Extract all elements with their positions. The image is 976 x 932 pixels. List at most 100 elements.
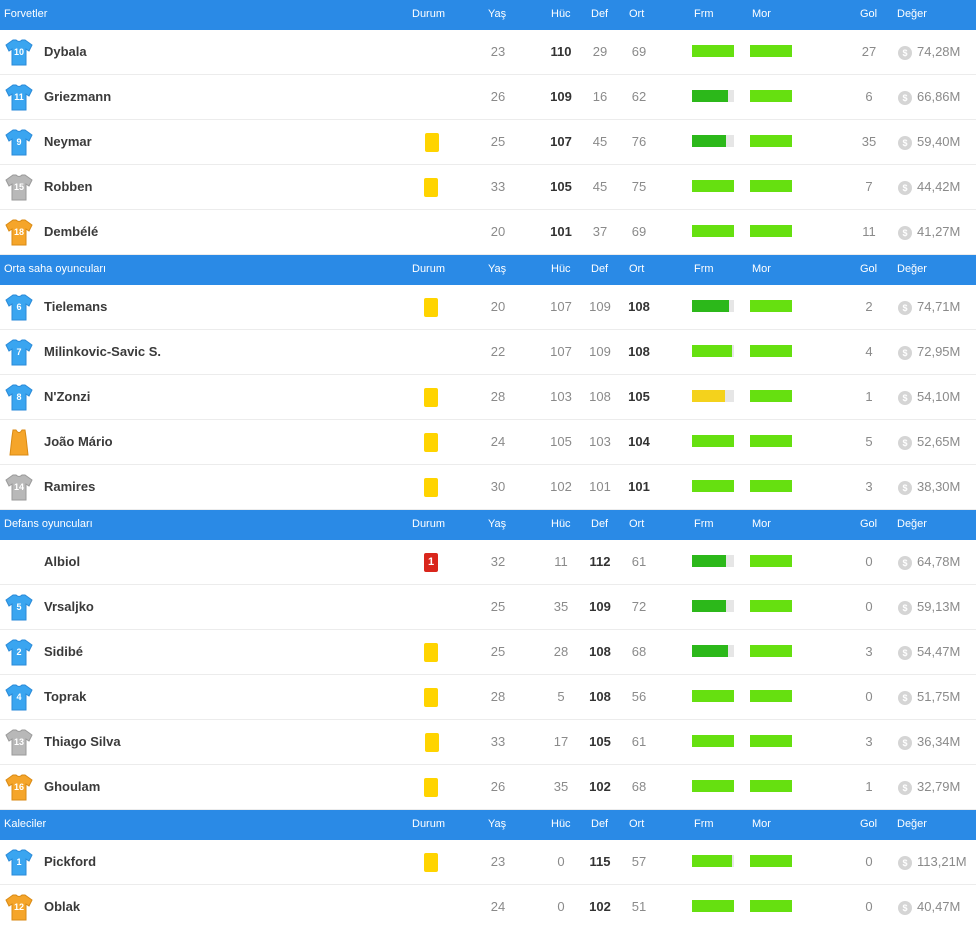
player-row[interactable]: Albiol 1 32 11 112 61 0 $64,78M	[0, 540, 976, 585]
section-header: Defans oyuncuları Durum Yaş Hüc Def Ort Frm Mor…	[0, 510, 976, 540]
player-row[interactable]: 18 Dembélé 20 101 37 69 11 $41,27M	[0, 210, 976, 255]
player-row[interactable]: 13 Thiago Silva 33 17 105 61 3 $36,34M	[0, 720, 976, 765]
column-header-status[interactable]: Durum	[412, 263, 445, 275]
player-row[interactable]: 10 Dybala 23 110 29 69 27 $74,28M	[0, 30, 976, 75]
stat-att: 110	[550, 44, 572, 59]
form-bar-fill	[692, 45, 734, 57]
column-header-morale[interactable]: Mor	[752, 818, 771, 830]
column-header-morale[interactable]: Mor	[752, 518, 771, 530]
column-header-def[interactable]: Def	[591, 8, 608, 20]
player-name[interactable]: Ghoulam	[44, 765, 100, 809]
column-header-att[interactable]: Hüc	[551, 818, 571, 830]
player-name[interactable]: N'Zonzi	[44, 375, 90, 419]
column-header-morale[interactable]: Mor	[752, 8, 771, 20]
player-row[interactable]: 11 Griezmann 26 109 16 62 6 $66,86M	[0, 75, 976, 120]
player-row[interactable]: 16 Ghoulam 26 35 102 68 1 $32,79M	[0, 765, 976, 810]
player-name[interactable]: Vrsaljko	[44, 585, 94, 629]
player-row[interactable]: 5 Vrsaljko 25 35 109 72 0 $59,13M	[0, 585, 976, 630]
jersey-number: 13	[13, 737, 24, 747]
player-name[interactable]: Ramires	[44, 465, 95, 509]
column-header-def[interactable]: Def	[591, 818, 608, 830]
jersey-icon: 8	[4, 382, 34, 412]
column-header-age[interactable]: Yaş	[488, 8, 506, 20]
stat-ovr: 75	[631, 179, 647, 194]
market-value-text: 38,30M	[917, 479, 961, 494]
coin-icon: $	[898, 780, 912, 795]
column-header-att[interactable]: Hüc	[551, 263, 571, 275]
column-header-status[interactable]: Durum	[412, 818, 445, 830]
market-value: $59,13M	[898, 585, 960, 629]
market-value: $40,47M	[898, 885, 960, 929]
market-value: $74,71M	[898, 285, 960, 329]
player-name[interactable]: Tielemans	[44, 285, 107, 329]
player-row[interactable]: 7 Milinkovic-Savic S. 22 107 109 108 4 $72,95M	[0, 330, 976, 375]
player-row[interactable]: 8 N'Zonzi 28 103 108 105 1 $54,10M	[0, 375, 976, 420]
column-header-def[interactable]: Def	[591, 518, 608, 530]
column-header-value[interactable]: Değer	[897, 8, 927, 20]
player-name[interactable]: Dembélé	[44, 210, 98, 254]
column-header-goals[interactable]: Gol	[860, 263, 877, 275]
player-name[interactable]: Thiago Silva	[44, 720, 121, 764]
column-header-ovr[interactable]: Ort	[629, 818, 644, 830]
form-bar	[692, 90, 734, 102]
column-header-goals[interactable]: Gol	[860, 818, 877, 830]
stat-att: 101	[550, 224, 572, 239]
player-row[interactable]: 15 Robben 33 105 45 75 7 $44,42M	[0, 165, 976, 210]
column-header-goals[interactable]: Gol	[860, 518, 877, 530]
morale-bar-fill	[750, 90, 792, 102]
column-header-value[interactable]: Değer	[897, 263, 927, 275]
player-row[interactable]: 1 Pickford 23 0 115 57 0 $113,21M	[0, 840, 976, 885]
column-header-form[interactable]: Frm	[694, 8, 714, 20]
column-header-age[interactable]: Yaş	[488, 263, 506, 275]
stat-def: 108	[589, 689, 611, 704]
player-row[interactable]: 9 Neymar 25 107 45 76 35 $59,40M	[0, 120, 976, 165]
column-header-att[interactable]: Hüc	[551, 518, 571, 530]
form-bar-fill	[692, 690, 734, 702]
column-header-ovr[interactable]: Ort	[629, 8, 644, 20]
player-row[interactable]: 4 Toprak 28 5 108 56 0 $51,75M	[0, 675, 976, 720]
column-header-status[interactable]: Durum	[412, 518, 445, 530]
column-header-form[interactable]: Frm	[694, 263, 714, 275]
form-bar	[692, 435, 734, 447]
player-name[interactable]: Griezmann	[44, 75, 111, 119]
morale-bar-fill	[750, 135, 792, 147]
column-header-goals[interactable]: Gol	[860, 8, 877, 20]
column-header-value[interactable]: Değer	[897, 518, 927, 530]
column-header-age[interactable]: Yaş	[488, 818, 506, 830]
morale-bar	[750, 180, 792, 192]
column-header-att[interactable]: Hüc	[551, 8, 571, 20]
column-header-status[interactable]: Durum	[412, 8, 445, 20]
player-name[interactable]: Oblak	[44, 885, 80, 929]
player-name[interactable]: Toprak	[44, 675, 86, 719]
stat-goals: 35	[861, 134, 877, 149]
market-value: $113,21M	[898, 840, 967, 884]
morale-bar	[750, 600, 792, 612]
player-name[interactable]: João Mário	[44, 420, 113, 464]
column-header-age[interactable]: Yaş	[488, 518, 506, 530]
player-name[interactable]: Robben	[44, 165, 92, 209]
stat-goals: 0	[865, 854, 873, 869]
column-header-form[interactable]: Frm	[694, 518, 714, 530]
player-name[interactable]: Milinkovic-Savic S.	[44, 330, 161, 374]
column-header-morale[interactable]: Mor	[752, 263, 771, 275]
column-header-def[interactable]: Def	[591, 263, 608, 275]
stat-goals: 3	[865, 479, 873, 494]
player-name[interactable]: Sidibé	[44, 630, 83, 674]
column-header-ovr[interactable]: Ort	[629, 518, 644, 530]
player-name[interactable]: Dybala	[44, 30, 87, 74]
player-row[interactable]: 6 Tielemans 20 107 109 108 2 $74,71M	[0, 285, 976, 330]
player-row[interactable]: João Mário 24 105 103 104 5 $52,65M	[0, 420, 976, 465]
stat-goals: 0	[865, 554, 873, 569]
yellow-card-icon	[424, 688, 438, 707]
column-header-form[interactable]: Frm	[694, 818, 714, 830]
player-row[interactable]: 12 Oblak 24 0 102 51 0 $40,47M	[0, 885, 976, 930]
section-title: Defans oyuncuları	[4, 518, 93, 530]
stat-ovr: 69	[631, 224, 647, 239]
column-header-ovr[interactable]: Ort	[629, 263, 644, 275]
player-row[interactable]: 2 Sidibé 25 28 108 68 3 $54,47M	[0, 630, 976, 675]
player-name[interactable]: Pickford	[44, 840, 96, 884]
player-name[interactable]: Neymar	[44, 120, 92, 164]
player-row[interactable]: 14 Ramires 30 102 101 101 3 $38,30M	[0, 465, 976, 510]
column-header-value[interactable]: Değer	[897, 818, 927, 830]
player-name[interactable]: Albiol	[44, 540, 80, 584]
